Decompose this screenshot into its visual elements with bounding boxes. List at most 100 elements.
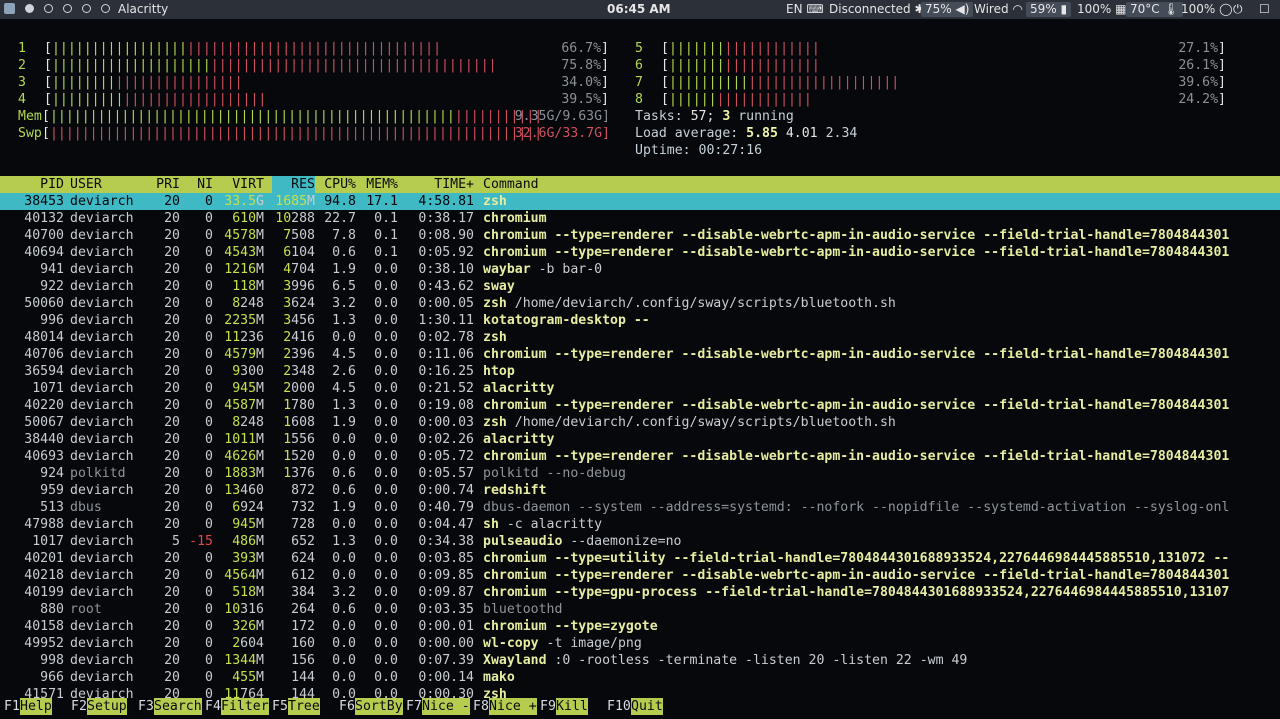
- process-row[interactable]: 49952 deviarch 20 0 2604 160 0.0 0.0 0:00.00 wl-c…: [0, 635, 1280, 652]
- process-row[interactable]: 40706 deviarch 20 0 4579M 2396 4.5 0.0 0:11.06 ch…: [0, 346, 1280, 363]
- command-name: zsh: [483, 194, 507, 209]
- fkey-label-f10[interactable]: Quit: [631, 698, 663, 715]
- cpu-meter-bar: [||||||||||||||||||||||||: [44, 74, 243, 91]
- virt-major: 118: [232, 279, 257, 294]
- process-row[interactable]: 1017 deviarch 5 -15 486M 652 1.3 0.0 0:34.38 puls…: [0, 533, 1280, 550]
- fkey-label-f3[interactable]: Search: [154, 698, 202, 715]
- process-row[interactable]: 998 deviarch 20 0 1344M 156 0.0 0.0 0:07.39 Xwayl…: [0, 652, 1280, 669]
- process-row[interactable]: 50067 deviarch 20 0 8248 1608 1.9 0.0 0:00.03 zsh…: [0, 414, 1280, 431]
- workspace-2-icon[interactable]: [44, 4, 53, 13]
- process-row[interactable]: 48014 deviarch 20 0 11236 2416 0.0 0.0 0:02.78 zs…: [0, 329, 1280, 346]
- fkey-f6[interactable]: F6: [339, 698, 355, 715]
- process-row[interactable]: 50060 deviarch 20 0 8248 3624 3.2 0.0 0:00.05 zsh…: [0, 295, 1280, 312]
- fkey-label-f1[interactable]: Help: [20, 698, 52, 715]
- process-row[interactable]: 40220 deviarch 20 0 4587M 1780 1.3 0.0 0:19.08 ch…: [0, 397, 1280, 414]
- process-row[interactable]: 996 deviarch 20 0 2235M 3456 1.3 0.0 1:30.11 kota…: [0, 312, 1280, 329]
- process-table-header[interactable]: PID USER PRI NI VIRT RES CPU% MEM% TIME+ Command: [0, 176, 1280, 193]
- process-row[interactable]: 959 deviarch 20 0 13460 872 0.6 0.0 0:00.74 redsh…: [0, 482, 1280, 499]
- process-row[interactable]: 513 dbus 20 0 6924 732 1.9 0.0 0:40.79 dbus-daemo…: [0, 499, 1280, 516]
- column-header-user[interactable]: USER: [70, 176, 102, 193]
- process-row[interactable]: 40693 deviarch 20 0 4626M 1520 0.0 0.0 0:05.72 ch…: [0, 448, 1280, 465]
- fkey-label-f4[interactable]: Filter: [221, 698, 269, 715]
- process-row[interactable]: 38440 deviarch 20 0 1011M 1556 0.0 0.0 0:02.26 al…: [0, 431, 1280, 448]
- notification-icon[interactable]: ☐: [1259, 2, 1270, 17]
- column-header-time[interactable]: TIME+: [434, 176, 474, 193]
- fkey-label-f8[interactable]: Nice +: [489, 698, 537, 715]
- process-user: dbus: [70, 500, 102, 515]
- process-nice: 0: [205, 313, 213, 328]
- column-header-res[interactable]: RES: [272, 176, 315, 193]
- column-header-ni[interactable]: NI: [197, 176, 213, 193]
- workspace-3-icon[interactable]: [63, 4, 72, 13]
- res-minor: 608: [291, 415, 315, 430]
- column-header-cpu[interactable]: CPU%: [324, 176, 356, 193]
- process-row[interactable]: 40201 deviarch 20 0 393M 624 0.0 0.0 0:03.85 chro…: [0, 550, 1280, 567]
- cpu-meter-value: 66.7%]: [561, 40, 609, 57]
- process-virt: 1344M: [224, 652, 264, 669]
- clock[interactable]: 06:45 AM: [607, 2, 671, 17]
- fkey-f9[interactable]: F9: [540, 698, 556, 715]
- power-icon[interactable]: ⏻: [1233, 2, 1243, 17]
- volume-indicator[interactable]: 75% ◀): [921, 2, 974, 17]
- fkey-f2[interactable]: F2: [71, 698, 87, 715]
- process-row[interactable]: 38453 deviarch 20 0 33.5G 1685M 94.8 17.1 4:58.8…: [0, 193, 1280, 210]
- process-row[interactable]: 36594 deviarch 20 0 9300 2348 2.6 0.0 0:16.25 hto…: [0, 363, 1280, 380]
- fkey-label-f6[interactable]: SortBy: [355, 698, 403, 715]
- meter-fill-low: |||||||||||||||||: [51, 41, 187, 56]
- column-header-pid[interactable]: PID: [40, 176, 64, 193]
- network-status[interactable]: Disconnected ✱: [829, 2, 925, 17]
- process-row[interactable]: 922 deviarch 20 0 118M 3996 6.5 0.0 0:43.62 sway: [0, 278, 1280, 295]
- process-row[interactable]: 40199 deviarch 20 0 518M 384 3.2 0.0 0:09.87 chro…: [0, 584, 1280, 601]
- process-row[interactable]: 40218 deviarch 20 0 4564M 612 0.0 0.0 0:09.85 chr…: [0, 567, 1280, 584]
- process-row[interactable]: 40700 deviarch 20 0 4578M 7508 7.8 0.1 0:08.90 ch…: [0, 227, 1280, 244]
- cpu-meter-bar: [||||||||||||||||||: [661, 91, 812, 108]
- process-pid: 50060: [24, 296, 64, 311]
- command-args: -c alacritty: [498, 517, 603, 532]
- process-mem: 0.0: [374, 602, 398, 617]
- res-major: 2: [283, 364, 292, 379]
- process-row[interactable]: 966 deviarch 20 0 455M 144 0.0 0.0 0:00.14 mako: [0, 669, 1280, 686]
- fkey-f8[interactable]: F8: [473, 698, 489, 715]
- meter-bracket: ]: [601, 41, 609, 56]
- keyboard-layout[interactable]: EN ⌨: [786, 2, 824, 17]
- column-header-mem[interactable]: MEM%: [366, 176, 398, 193]
- fkey-label-f9[interactable]: Kill: [556, 698, 588, 715]
- fkey-label-f7[interactable]: Nice -: [422, 698, 470, 715]
- workspace-4-icon[interactable]: [82, 4, 91, 13]
- workspace-5-icon[interactable]: [101, 4, 110, 13]
- process-row[interactable]: 47988 deviarch 20 0 945M 728 0.0 0.0 0:04.47 sh -…: [0, 516, 1280, 533]
- column-header-virt[interactable]: VIRT: [232, 176, 264, 193]
- workspace-1-icon[interactable]: [25, 4, 34, 13]
- fkey-label-f2[interactable]: Setup: [87, 698, 127, 715]
- process-row[interactable]: 1071 deviarch 20 0 945M 2000 4.5 0.0 0:21.52 alac…: [0, 380, 1280, 397]
- fkey-f4[interactable]: F4: [205, 698, 221, 715]
- fkey-label-f5[interactable]: Tree: [288, 698, 320, 715]
- command-name: chromium --type=renderer --disable-webrt…: [483, 245, 1230, 260]
- process-time: 0:05.57: [418, 466, 474, 481]
- fkey-f1[interactable]: F1: [4, 698, 20, 715]
- process-row[interactable]: 40694 deviarch 20 0 4543M 6104 0.6 0.1 0:05.92 ch…: [0, 244, 1280, 261]
- app-menu-icon[interactable]: [4, 3, 15, 14]
- fkey-f7[interactable]: F7: [406, 698, 422, 715]
- column-header-pri[interactable]: PRI: [156, 176, 180, 193]
- terminal-window[interactable]: 1 [||||||||||||||||||||||||||||||||||||||…: [0, 19, 1280, 719]
- process-user: deviarch: [70, 228, 134, 243]
- fkey-f10[interactable]: F10: [607, 698, 631, 715]
- process-row[interactable]: 880 root 20 0 10316 264 0.6 0.0 0:03.35 bluetooth…: [0, 601, 1280, 618]
- virt-unit: M: [256, 619, 264, 634]
- wired-indicator[interactable]: Wired ◠: [974, 2, 1023, 17]
- cpu-meter-value: 34.0%]: [561, 74, 609, 91]
- column-header-command[interactable]: Command: [483, 176, 539, 193]
- process-row[interactable]: 924 polkitd 20 0 1883M 1376 0.6 0.0 0:05.57 polki…: [0, 465, 1280, 482]
- fkey-f3[interactable]: F3: [138, 698, 154, 715]
- process-priority: 20: [164, 381, 180, 396]
- process-row[interactable]: 941 deviarch 20 0 1216M 4704 1.9 0.0 0:38.10 wayb…: [0, 261, 1280, 278]
- brightness-indicator[interactable]: 100% ◯: [1181, 2, 1233, 17]
- fkey-f5[interactable]: F5: [272, 698, 288, 715]
- process-row[interactable]: 40158 deviarch 20 0 326M 172 0.0 0.0 0:00.01 chro…: [0, 618, 1280, 635]
- virt-minor: 604: [240, 636, 264, 651]
- process-user: deviarch: [70, 296, 134, 311]
- process-cpu: 0.0: [332, 551, 356, 566]
- process-command: dbus-daemon --system --address=systemd: …: [483, 499, 1279, 516]
- process-row[interactable]: 40132 deviarch 20 0 610M 10288 22.7 0.1 0:38.17 c…: [0, 210, 1280, 227]
